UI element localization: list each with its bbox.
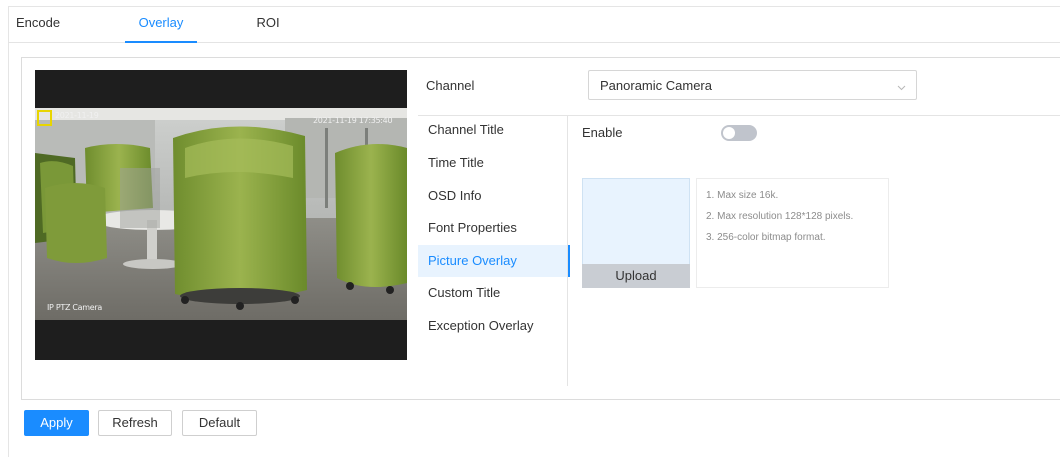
channel-label: Channel xyxy=(426,78,475,93)
menu-item-font-properties[interactable]: Font Properties xyxy=(428,212,565,244)
toggle-knob xyxy=(723,127,735,139)
osd-date-left: 2021-11-19 xyxy=(55,111,99,120)
osd-position-marker xyxy=(37,110,52,126)
menu-item-osd-info[interactable]: OSD Info xyxy=(428,180,565,212)
tab-encode[interactable]: Encode xyxy=(16,6,68,42)
upload-requirements: 1. Max size 16k. 2. Max resolution 128*1… xyxy=(696,178,889,288)
menu-item-picture-overlay[interactable]: Picture Overlay xyxy=(418,245,570,277)
upload-button[interactable]: Upload xyxy=(582,264,690,288)
enable-label: Enable xyxy=(582,125,623,140)
apply-button[interactable]: Apply xyxy=(24,410,89,436)
enable-toggle[interactable] xyxy=(721,125,757,141)
osd-datetime: 2021-11-19 17:35:40 xyxy=(313,116,393,125)
refresh-button[interactable]: Refresh xyxy=(98,410,172,436)
menu-item-channel-title[interactable]: Channel Title xyxy=(428,114,565,146)
hint-max-size: 1. Max size 16k. xyxy=(706,190,779,201)
channel-select-value: Panoramic Camera xyxy=(600,78,712,93)
video-preview[interactable]: 2021-11-19 2021-11-19 17:35:40 IP PTZ Ca… xyxy=(35,70,407,360)
scene-illustration xyxy=(35,108,407,320)
menu-item-exception-overlay[interactable]: Exception Overlay xyxy=(428,310,565,342)
tab-roi-label: ROI xyxy=(256,15,280,30)
divider-vertical xyxy=(567,116,568,386)
menu-item-time-title[interactable]: Time Title xyxy=(428,147,565,179)
default-button[interactable]: Default xyxy=(182,410,257,436)
osd-channel-title: IP PTZ Camera xyxy=(47,303,102,312)
chevron-down-icon xyxy=(897,80,906,95)
tab-overlay[interactable]: Overlay xyxy=(125,6,197,43)
tab-bar: Encode Overlay ROI xyxy=(8,6,1060,43)
camera-scene-image xyxy=(35,108,407,320)
tab-roi[interactable]: ROI xyxy=(253,6,283,42)
tab-overlay-label: Overlay xyxy=(138,15,184,30)
hint-format: 3. 256-color bitmap format. xyxy=(706,232,826,243)
channel-select[interactable]: Panoramic Camera xyxy=(588,70,917,100)
hint-max-resolution: 2. Max resolution 128*128 pixels. xyxy=(706,211,854,222)
menu-item-custom-title[interactable]: Custom Title xyxy=(428,277,565,309)
active-tab-indicator xyxy=(125,41,197,43)
tab-encode-label: Encode xyxy=(16,15,61,30)
